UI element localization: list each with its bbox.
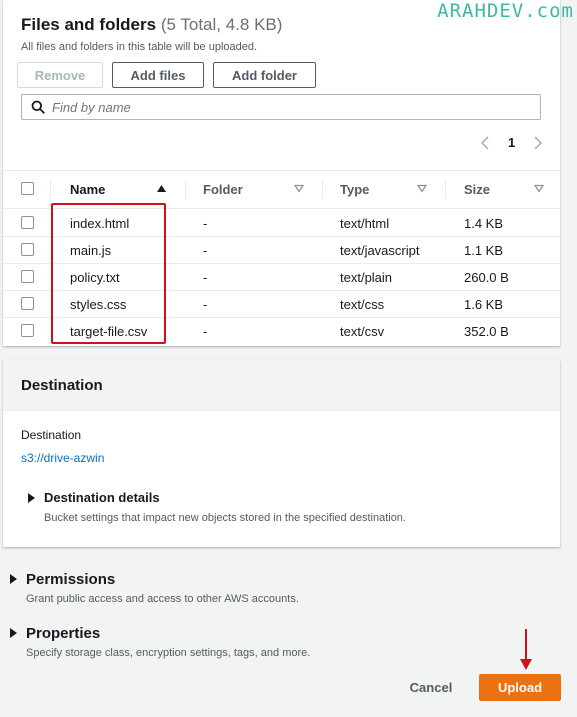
watermark-logo: ARAHDEV.com [437,0,574,22]
search-field[interactable] [21,94,541,120]
file-size: 352.0 B [464,324,509,339]
files-title-row: Files and folders (5 Total, 4.8 KB) [21,15,282,35]
column-separator [50,179,51,199]
cancel-button[interactable]: Cancel [402,674,460,701]
chevron-right-icon[interactable] [533,136,543,150]
properties-section-toggle[interactable]: Properties [26,625,100,642]
sort-caret-icon[interactable] [294,184,304,193]
sort-caret-icon[interactable] [534,184,544,193]
destination-label: Destination [21,428,82,442]
file-folder: - [203,297,208,312]
chevron-left-icon[interactable] [480,136,490,150]
file-folder: - [203,216,208,231]
row-checkbox[interactable] [21,243,34,256]
select-all-checkbox[interactable] [21,182,34,195]
file-size: 260.0 B [464,270,509,285]
files-summary: (5 Total, 4.8 KB) [160,15,283,34]
files-description: All files and folders in this table will… [21,41,258,53]
file-folder: - [203,270,208,285]
file-folder: - [203,243,208,258]
destination-details-toggle[interactable]: Destination details [44,490,160,505]
file-type: text/html [340,216,390,231]
file-size: 1.4 KB [464,216,504,231]
column-header-name[interactable]: Name [70,182,105,197]
destination-header: Destination [21,377,103,394]
destination-link[interactable]: s3://drive-azwin [21,451,104,465]
search-input[interactable] [52,97,532,117]
column-separator [445,179,446,199]
permissions-section-toggle[interactable]: Permissions [26,571,115,588]
file-folder: - [203,324,208,339]
caret-right-icon[interactable] [28,493,35,503]
column-header-type[interactable]: Type [340,182,369,197]
file-type: text/javascript [340,243,420,258]
pagination-page-number[interactable]: 1 [508,135,515,150]
row-checkbox[interactable] [21,216,34,229]
column-header-size[interactable]: Size [464,182,490,197]
add-files-button[interactable]: Add files [112,62,204,88]
row-checkbox[interactable] [21,270,34,283]
file-type: text/plain [340,270,393,285]
file-type: text/csv [340,324,385,339]
caret-right-icon[interactable] [10,574,17,584]
upload-button[interactable]: Upload [479,674,561,701]
column-separator [322,179,323,199]
file-type: text/css [340,297,385,312]
caret-right-icon[interactable] [10,628,17,638]
row-checkbox[interactable] [21,324,34,337]
files-title: Files and folders [21,15,157,34]
row-checkbox[interactable] [21,297,34,310]
properties-description: Specify storage class, encryption settin… [26,647,311,659]
column-header-folder[interactable]: Folder [203,182,243,197]
sort-ascending-icon[interactable] [156,184,167,193]
permissions-description: Grant public access and access to other … [26,593,299,605]
remove-button[interactable]: Remove [17,62,103,88]
annotation-highlight-box [51,203,166,344]
annotation-arrow-icon [520,629,532,670]
file-size: 1.6 KB [464,297,504,312]
search-icon [31,100,45,114]
add-folder-button[interactable]: Add folder [213,62,316,88]
column-separator [185,179,186,199]
sort-caret-icon[interactable] [417,184,427,193]
table-top-divider [3,170,560,171]
destination-details-description: Bucket settings that impact new objects … [44,512,406,524]
file-size: 1.1 KB [464,243,504,258]
